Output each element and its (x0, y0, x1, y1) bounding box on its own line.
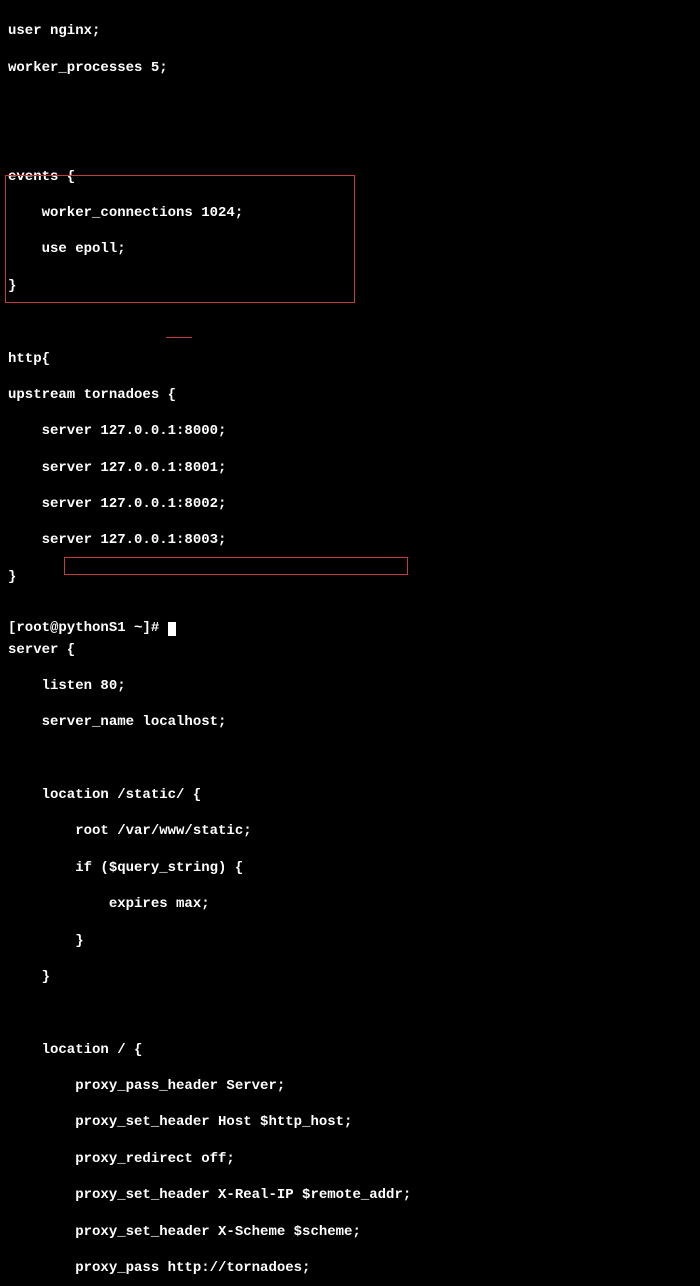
config-line: user nginx; (8, 22, 692, 40)
config-line: proxy_pass http://tornadoes; (8, 1259, 692, 1277)
config-line: worker_connections 1024; (8, 204, 692, 222)
config-line: proxy_set_header X-Scheme $scheme; (8, 1223, 692, 1241)
config-line: http{ (8, 350, 692, 368)
config-line: proxy_set_header X-Real-IP $remote_addr; (8, 1186, 692, 1204)
config-line: expires max; (8, 895, 692, 913)
terminal-output: user nginx; worker_processes 5; events {… (8, 4, 692, 1286)
config-line: events { (8, 168, 692, 186)
config-line (8, 1004, 692, 1022)
config-line: } (8, 277, 692, 295)
config-line: proxy_set_header Host $http_host; (8, 1113, 692, 1131)
config-line: worker_processes 5; (8, 59, 692, 77)
config-line: server { (8, 641, 692, 659)
config-line: listen 80; (8, 677, 692, 695)
config-line: if ($query_string) { (8, 859, 692, 877)
config-line: server 127.0.0.1:8001; (8, 459, 692, 477)
config-line: server 127.0.0.1:8000; (8, 422, 692, 440)
config-line: proxy_pass_header Server; (8, 1077, 692, 1095)
config-line: proxy_redirect off; (8, 1150, 692, 1168)
config-line: } (8, 932, 692, 950)
shell-prompt-line[interactable]: [root@pythonS1 ~]# (8, 619, 176, 637)
config-line: server 127.0.0.1:8003; (8, 531, 692, 549)
config-line: location /static/ { (8, 786, 692, 804)
cursor-icon (168, 622, 176, 636)
config-line (8, 313, 692, 331)
config-line (8, 131, 692, 149)
config-line (8, 95, 692, 113)
config-line (8, 750, 692, 768)
config-line: server 127.0.0.1:8002; (8, 495, 692, 513)
shell-prompt: [root@pythonS1 ~]# (8, 620, 168, 636)
config-line: server_name localhost; (8, 713, 692, 731)
config-line: use epoll; (8, 240, 692, 258)
config-line: location / { (8, 1041, 692, 1059)
config-line: } (8, 968, 692, 986)
config-line: root /var/www/static; (8, 822, 692, 840)
config-line: } (8, 568, 692, 586)
config-line: upstream tornadoes { (8, 386, 692, 404)
